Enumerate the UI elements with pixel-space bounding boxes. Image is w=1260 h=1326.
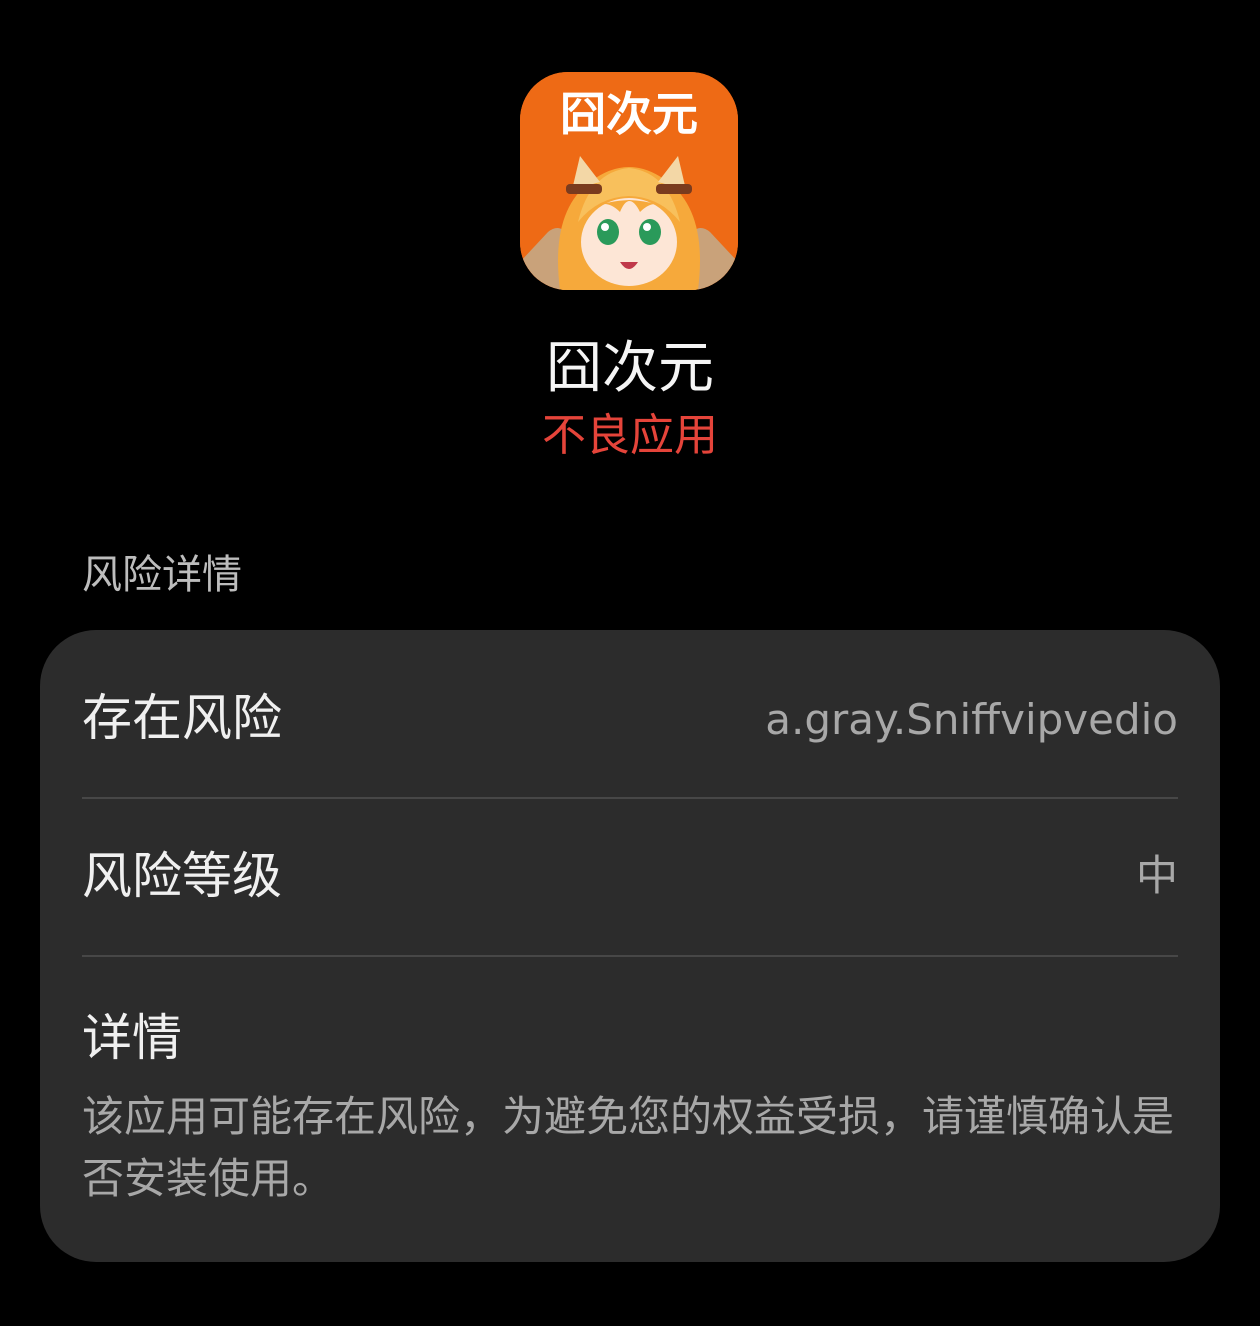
risk-details-card: 存在风险 a.gray.Sniffvipvedio 风险等级 中 详情 该应用可… <box>40 630 1220 1262</box>
risk-level-value: 中 <box>1135 851 1178 900</box>
risk-details-row: 详情 <box>82 1006 1178 1070</box>
risk-section-title: 风险详情 <box>82 552 242 598</box>
risk-exists-value: a.gray.Sniffvipvedio <box>765 695 1178 744</box>
app-logo-icon: 囧次元 <box>520 72 738 290</box>
risk-details-label: 详情 <box>82 1009 182 1067</box>
risk-level-row: 风险等级 中 <box>82 844 1178 908</box>
risk-exists-label: 存在风险 <box>82 689 282 747</box>
risk-level-label: 风险等级 <box>82 847 282 905</box>
app-status-label: 不良应用 <box>542 410 718 461</box>
logo-text: 囧次元 <box>560 87 698 141</box>
risk-exists-row: 存在风险 a.gray.Sniffvipvedio <box>82 686 1178 750</box>
divider <box>82 797 1178 799</box>
risk-details-text: 该应用可能存在风险，为避免您的权益受损，请谨慎确认是否安装使用。 <box>82 1092 1175 1203</box>
app-header: 囧次元 囧次元 不良应用 <box>0 0 1260 480</box>
app-name: 囧次元 <box>546 336 714 401</box>
divider <box>82 955 1178 957</box>
